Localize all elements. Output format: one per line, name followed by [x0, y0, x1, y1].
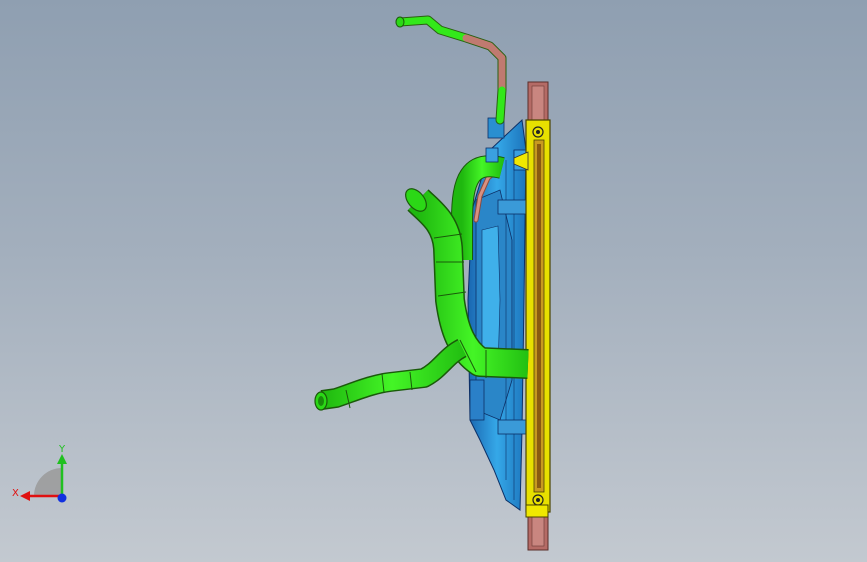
heater-hose-branch[interactable]: [314, 339, 468, 411]
coordinate-triad: Y X: [12, 444, 67, 503]
triad-plane-shade: [34, 468, 62, 496]
y-axis-arrowhead: [57, 454, 67, 464]
x-axis-arrowhead: [20, 491, 30, 501]
3d-viewport[interactable]: [0, 0, 867, 562]
upper-coolant-line[interactable]: [395, 15, 507, 125]
z-axis-dot: [57, 493, 67, 503]
x-axis-label: X: [12, 488, 19, 499]
radiator-end-tank-top[interactable]: [527, 81, 549, 125]
y-axis-label: Y: [58, 444, 66, 455]
